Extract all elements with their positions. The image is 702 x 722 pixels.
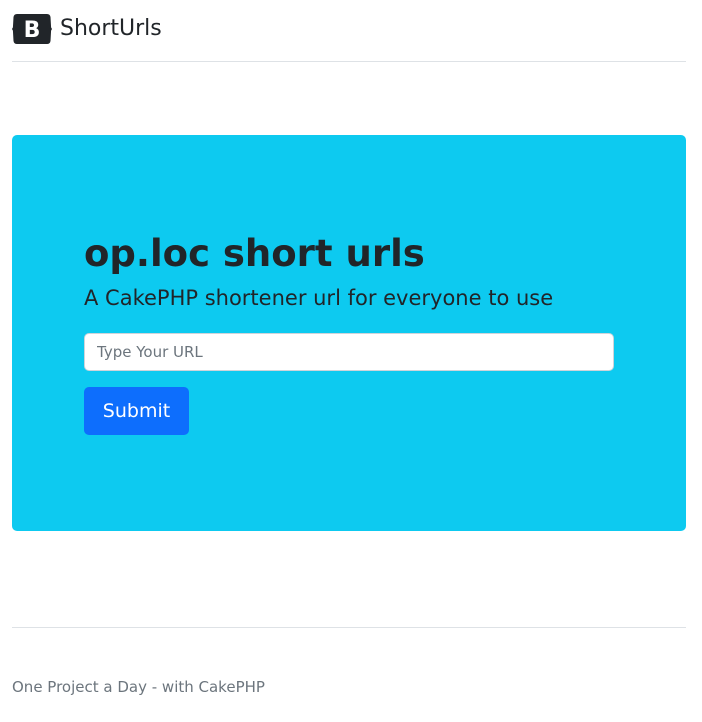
hero-banner: op.loc short urls A CakePHP shortener ur… bbox=[12, 135, 686, 531]
hero-title: op.loc short urls bbox=[84, 232, 425, 275]
site-footer: One Project a Day - with CakePHP bbox=[12, 627, 686, 722]
site-header: B ShortUrls bbox=[12, 0, 686, 62]
hero-lead-text: A CakePHP shortener url for everyone to … bbox=[84, 286, 554, 310]
submit-button[interactable]: Submit bbox=[84, 387, 189, 435]
footer-text: One Project a Day - with CakePHP bbox=[12, 678, 265, 696]
bootstrap-logo-icon: B bbox=[12, 14, 52, 44]
svg-text:B: B bbox=[24, 18, 41, 43]
brand-link[interactable]: B ShortUrls bbox=[12, 13, 162, 45]
page: B ShortUrls op.loc short urls A CakePHP … bbox=[0, 0, 702, 722]
url-input[interactable] bbox=[84, 333, 614, 371]
brand-name: ShortUrls bbox=[60, 16, 162, 41]
